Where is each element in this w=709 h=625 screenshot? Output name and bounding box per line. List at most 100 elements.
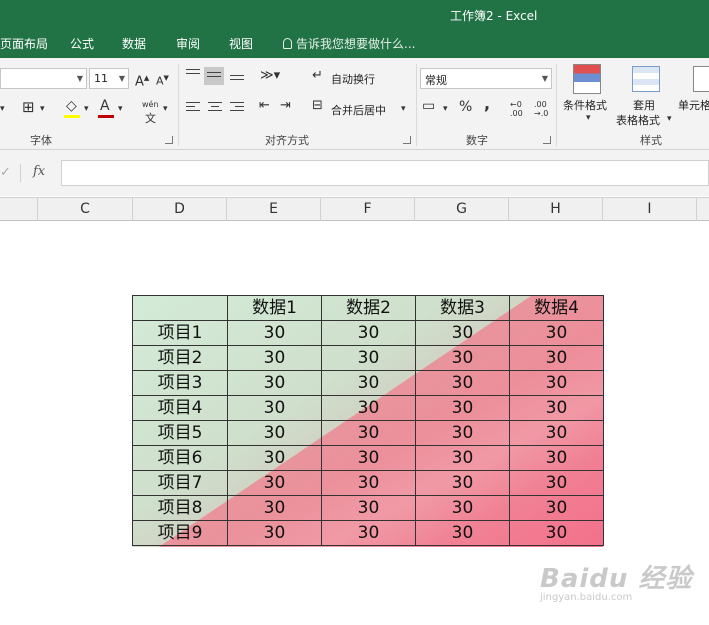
row-label-cell[interactable]: 项目1 — [132, 320, 228, 346]
number-format-combo[interactable]: 常规 ▼ — [420, 68, 552, 89]
font-color-icon[interactable]: A — [100, 99, 110, 113]
column-header-i[interactable]: I — [603, 198, 697, 221]
value-cell[interactable]: 30 — [321, 420, 416, 446]
number-dialog-launcher[interactable] — [543, 136, 551, 144]
value-cell[interactable]: 30 — [509, 320, 604, 346]
tell-me-search[interactable]: 告诉我您想要做什么... — [283, 35, 415, 52]
phonetic-dropdown-icon[interactable]: ▾ — [163, 102, 168, 116]
alignment-dialog-launcher[interactable] — [403, 136, 411, 144]
column-header-c[interactable]: C — [38, 198, 133, 221]
row-label-cell[interactable]: 项目2 — [132, 345, 228, 371]
tab-page-layout[interactable]: 页面布局 — [0, 35, 48, 52]
value-cell[interactable]: 30 — [227, 420, 322, 446]
column-header-f[interactable]: F — [321, 198, 415, 221]
value-cell[interactable]: 30 — [415, 395, 510, 421]
value-cell[interactable]: 30 — [415, 495, 510, 521]
value-cell[interactable]: 30 — [227, 445, 322, 471]
format-as-table-button-2[interactable]: 表格格式 — [616, 112, 660, 128]
value-cell[interactable]: 30 — [509, 520, 604, 546]
increase-decimal-icon[interactable]: ←0.00 — [510, 100, 523, 118]
value-cell[interactable]: 30 — [509, 470, 604, 496]
align-left-icon[interactable] — [186, 102, 200, 114]
font-dialog-launcher[interactable] — [165, 136, 173, 144]
grow-font-icon[interactable]: A▲ — [135, 71, 149, 89]
value-cell[interactable]: 30 — [415, 445, 510, 471]
merge-center-button[interactable]: 合并后居中 — [331, 102, 386, 118]
header-cell[interactable]: 数据3 — [415, 295, 510, 321]
align-right-icon[interactable] — [230, 102, 244, 114]
align-middle-icon[interactable] — [204, 67, 224, 85]
row-label-cell[interactable]: 项目3 — [132, 370, 228, 396]
value-cell[interactable]: 30 — [321, 370, 416, 396]
wrap-text-icon[interactable]: ↵ — [312, 69, 323, 83]
value-cell[interactable]: 30 — [509, 420, 604, 446]
merge-dropdown-icon[interactable]: ▾ — [401, 102, 406, 116]
borders-dropdown-icon[interactable]: ▾ — [40, 102, 45, 116]
conditional-dropdown-icon[interactable]: ▾ — [586, 111, 591, 125]
column-header-d[interactable]: D — [133, 198, 227, 221]
value-cell[interactable]: 30 — [509, 395, 604, 421]
value-cell[interactable]: 30 — [227, 345, 322, 371]
value-cell[interactable]: 30 — [227, 395, 322, 421]
row-label-cell[interactable]: 项目5 — [132, 420, 228, 446]
row-label-cell[interactable]: 项目9 — [132, 520, 228, 546]
wrap-text-button[interactable]: 自动换行 — [331, 71, 375, 87]
value-cell[interactable]: 30 — [321, 320, 416, 346]
value-cell[interactable]: 30 — [321, 345, 416, 371]
value-cell[interactable]: 30 — [509, 370, 604, 396]
value-cell[interactable]: 30 — [415, 370, 510, 396]
comma-style-icon[interactable]: , — [484, 96, 490, 112]
shrink-font-icon[interactable]: A▼ — [156, 71, 169, 89]
column-header-e[interactable]: E — [227, 198, 321, 221]
decrease-indent-icon[interactable]: ⇤ — [259, 99, 270, 113]
column-header-h[interactable]: H — [509, 198, 603, 221]
increase-indent-icon[interactable]: ⇥ — [280, 99, 291, 113]
tab-formulas[interactable]: 公式 — [70, 35, 94, 52]
header-cell[interactable]: 数据1 — [227, 295, 322, 321]
format-as-table-button[interactable]: 套用 — [633, 97, 655, 113]
value-cell[interactable]: 30 — [227, 370, 322, 396]
underline-dropdown-icon[interactable]: ▾ — [0, 102, 5, 116]
value-cell[interactable]: 30 — [415, 520, 510, 546]
conditional-format-button[interactable]: 条件格式 — [563, 97, 607, 113]
phonetic-icon[interactable]: wén 文 — [142, 98, 159, 127]
value-cell[interactable]: 30 — [509, 345, 604, 371]
table-format-dropdown-icon[interactable]: ▾ — [667, 112, 672, 126]
orientation-icon[interactable]: ≫▾ — [260, 69, 280, 83]
row-label-cell[interactable]: 项目4 — [132, 395, 228, 421]
accounting-dropdown-icon[interactable]: ▾ — [443, 102, 448, 116]
font-color-dropdown-icon[interactable]: ▾ — [118, 102, 123, 116]
merge-center-icon[interactable]: ⊟ — [312, 99, 323, 113]
value-cell[interactable]: 30 — [321, 520, 416, 546]
row-label-cell[interactable]: 项目8 — [132, 495, 228, 521]
row-label-cell[interactable]: 项目7 — [132, 470, 228, 496]
accounting-format-icon[interactable]: ▭ — [422, 99, 435, 113]
percent-icon[interactable]: % — [459, 100, 472, 114]
column-header-g[interactable]: G — [415, 198, 509, 221]
value-cell[interactable]: 30 — [227, 495, 322, 521]
decrease-decimal-icon[interactable]: .00 →.0 — [534, 100, 548, 118]
value-cell[interactable]: 30 — [227, 320, 322, 346]
value-cell[interactable]: 30 — [415, 470, 510, 496]
value-cell[interactable]: 30 — [321, 445, 416, 471]
header-cell[interactable] — [132, 295, 228, 321]
font-name-combo[interactable]: ▼ — [0, 68, 87, 89]
value-cell[interactable]: 30 — [227, 520, 322, 546]
column-header-blank[interactable] — [0, 198, 38, 221]
borders-icon[interactable]: ⊞ — [22, 100, 35, 115]
value-cell[interactable]: 30 — [321, 395, 416, 421]
fill-dropdown-icon[interactable]: ▾ — [84, 102, 89, 116]
align-top-icon[interactable] — [186, 69, 200, 81]
value-cell[interactable]: 30 — [227, 470, 322, 496]
font-size-combo[interactable]: 11 ▼ — [89, 68, 129, 89]
tab-data[interactable]: 数据 — [122, 35, 146, 52]
value-cell[interactable]: 30 — [509, 495, 604, 521]
value-cell[interactable]: 30 — [509, 445, 604, 471]
checkmark-icon[interactable]: ✓ — [0, 165, 11, 180]
value-cell[interactable]: 30 — [415, 420, 510, 446]
value-cell[interactable]: 30 — [321, 470, 416, 496]
row-label-cell[interactable]: 项目6 — [132, 445, 228, 471]
value-cell[interactable]: 30 — [415, 320, 510, 346]
tab-view[interactable]: 视图 — [229, 35, 253, 52]
cell-styles-button[interactable]: 单元格 — [678, 97, 709, 113]
